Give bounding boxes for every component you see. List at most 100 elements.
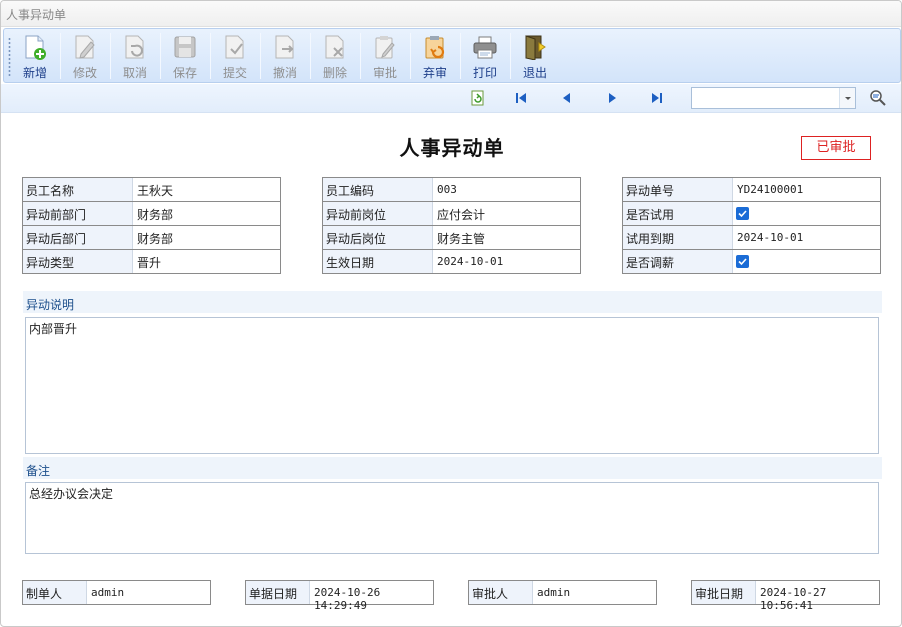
title-bar: 人事异动单 xyxy=(1,1,901,27)
remark-section-title: 备注 xyxy=(23,457,882,479)
submit-document-icon xyxy=(225,35,244,59)
field-label: 生效日期 xyxy=(323,250,433,273)
edit-button[interactable]: 修改 xyxy=(60,31,110,81)
footer-document-date: 单据日期 2024-10-26 14:29:49 xyxy=(245,580,434,612)
approve-button-label: 审批 xyxy=(372,66,397,80)
abandon-approval-button[interactable]: 弃审 xyxy=(410,31,460,81)
abandon-clipboard-icon xyxy=(425,36,445,59)
field-effective-date: 生效日期 2024-10-01 xyxy=(323,250,580,274)
field-label: 异动后部门 xyxy=(23,226,133,249)
approve-button[interactable]: 审批 xyxy=(360,31,410,81)
cancel-button[interactable]: 取消 xyxy=(110,31,160,81)
chevron-down-icon xyxy=(845,97,851,100)
exit-button-label: 退出 xyxy=(522,66,547,80)
field-post-after: 异动后岗位 财务主管 xyxy=(323,226,580,250)
field-label: 试用到期 xyxy=(623,226,733,249)
next-record-icon[interactable] xyxy=(604,90,620,106)
field-change-number: 异动单号 YD24100001 xyxy=(623,178,880,202)
post-after-value[interactable]: 财务主管 xyxy=(434,226,580,249)
description-textarea[interactable]: 内部晋升 xyxy=(25,317,879,454)
approve-clipboard-icon xyxy=(375,36,395,59)
approval-date-value[interactable]: 2024-10-27 10:56:41 xyxy=(757,581,879,612)
field-label: 单据日期 xyxy=(246,581,310,604)
field-change-type: 异动类型 晋升 xyxy=(23,250,280,274)
revoke-document-icon xyxy=(275,35,294,59)
field-label: 员工编码 xyxy=(323,178,433,201)
employee-name-value[interactable]: 王秋天 xyxy=(134,178,280,201)
combo-dropdown-button[interactable] xyxy=(839,88,855,108)
new-button[interactable]: 新增 xyxy=(10,31,60,81)
field-label: 是否试用 xyxy=(623,202,733,225)
submit-button[interactable]: 提交 xyxy=(210,31,260,81)
app-window: 人事异动单 新增 修改 取消 保存 提交 撤消 删除 审批 弃审 打印 退出 人… xyxy=(0,0,902,627)
field-employee-code: 员工编码 003 xyxy=(323,178,580,202)
field-label: 员工名称 xyxy=(23,178,133,201)
status-badge: 已审批 xyxy=(801,136,871,160)
field-post-before: 异动前岗位 应付会计 xyxy=(323,202,580,226)
delete-button[interactable]: 删除 xyxy=(310,31,360,81)
approver-value[interactable]: admin xyxy=(534,581,656,604)
save-button[interactable]: 保存 xyxy=(160,31,210,81)
field-dept-before: 异动前部门 财务部 xyxy=(23,202,280,226)
print-button-label: 打印 xyxy=(472,66,497,80)
footer-approver: 审批人 admin xyxy=(468,580,657,605)
field-label: 审批日期 xyxy=(692,581,756,604)
post-before-value[interactable]: 应付会计 xyxy=(434,202,580,225)
submit-button-label: 提交 xyxy=(222,66,247,80)
save-button-label: 保存 xyxy=(172,66,197,80)
probation-end-value[interactable]: 2024-10-01 xyxy=(734,226,880,249)
checkmark-icon xyxy=(738,258,747,266)
field-label: 异动后岗位 xyxy=(323,226,433,249)
field-label: 是否调薪 xyxy=(623,250,733,273)
document-info-group: 异动单号 YD24100001 是否试用 试用到期 2024-10-01 是否调… xyxy=(622,177,881,274)
creator-value[interactable]: admin xyxy=(88,581,210,604)
field-label: 异动前部门 xyxy=(23,202,133,225)
field-dept-after: 异动后部门 财务部 xyxy=(23,226,280,250)
exit-door-icon xyxy=(525,35,546,60)
delete-button-label: 删除 xyxy=(322,66,347,80)
window-title: 人事异动单 xyxy=(6,8,67,22)
abandon-approval-label: 弃审 xyxy=(422,66,447,80)
field-label: 异动单号 xyxy=(623,178,733,201)
field-is-probation: 是否试用 xyxy=(623,202,880,226)
change-number-value[interactable]: YD24100001 xyxy=(734,178,880,201)
print-button[interactable]: 打印 xyxy=(460,31,510,81)
revoke-button[interactable]: 撤消 xyxy=(260,31,310,81)
dept-before-value[interactable]: 财务部 xyxy=(134,202,280,225)
cancel-button-label: 取消 xyxy=(122,66,147,80)
record-search-combo[interactable] xyxy=(691,87,856,109)
change-type-value[interactable]: 晋升 xyxy=(134,250,280,273)
field-employee-name: 员工名称 王秋天 xyxy=(23,178,280,202)
edit-document-icon xyxy=(75,35,95,59)
last-record-icon[interactable] xyxy=(649,90,665,106)
first-record-icon[interactable] xyxy=(513,90,529,106)
field-probation-end: 试用到期 2024-10-01 xyxy=(623,226,880,250)
description-section-title: 异动说明 xyxy=(23,291,882,313)
printer-icon xyxy=(473,36,497,59)
document-title: 人事异动单 xyxy=(399,136,505,160)
salary-adjusted-checkbox[interactable] xyxy=(736,255,749,268)
delete-document-icon xyxy=(325,35,344,59)
effective-date-value[interactable]: 2024-10-01 xyxy=(434,250,580,273)
footer-creator: 制单人 admin xyxy=(22,580,211,605)
field-label: 异动类型 xyxy=(23,250,133,273)
dept-after-value[interactable]: 财务部 xyxy=(134,226,280,249)
employee-code-value[interactable]: 003 xyxy=(434,178,580,201)
remark-textarea[interactable]: 总经办议会决定 xyxy=(25,482,879,554)
undo-document-icon xyxy=(125,35,144,59)
exit-button[interactable]: 退出 xyxy=(510,31,560,81)
field-label: 异动前岗位 xyxy=(323,202,433,225)
refresh-icon[interactable] xyxy=(470,90,486,106)
field-label: 审批人 xyxy=(469,581,533,604)
position-info-group: 员工编码 003 异动前岗位 应付会计 异动后岗位 财务主管 生效日期 2024… xyxy=(322,177,581,274)
is-probation-checkbox[interactable] xyxy=(736,207,749,220)
new-document-icon xyxy=(25,35,46,60)
footer-approval-date: 审批日期 2024-10-27 10:56:41 xyxy=(691,580,880,612)
employee-info-group: 员工名称 王秋天 异动前部门 财务部 异动后部门 财务部 异动类型 晋升 xyxy=(22,177,281,274)
search-options-icon[interactable] xyxy=(869,89,887,107)
record-navigation-bar xyxy=(1,84,901,113)
document-date-value[interactable]: 2024-10-26 14:29:49 xyxy=(311,581,433,612)
toolbar: 新增 修改 取消 保存 提交 撤消 删除 审批 弃审 打印 退出 xyxy=(3,28,901,83)
previous-record-icon[interactable] xyxy=(559,90,575,106)
new-button-label: 新增 xyxy=(22,66,47,80)
